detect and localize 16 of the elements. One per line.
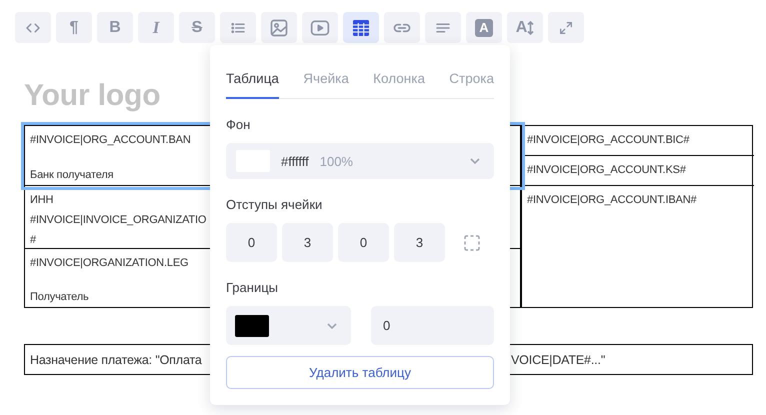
cell-text: ИНН: [30, 193, 54, 208]
cell-caption: Банк получателя: [30, 168, 114, 183]
cell-padding-label: Отступы ячейки: [226, 197, 324, 214]
cell-text: #INVOICE|ORG_ACCOUNT.IBAN#: [527, 193, 696, 208]
cell-caption: Получатель: [30, 290, 89, 305]
cell-text: #: [30, 233, 36, 248]
logo-text: Your logo: [24, 79, 160, 113]
cell-text: #INVOICE|ORGANIZATION.LEG: [30, 256, 188, 271]
cell-text: #INVOICE|ORG_ACCOUNT.BAN: [30, 133, 191, 148]
background-label: Фон: [226, 117, 252, 133]
cell-text: #INVOICE|ORG_ACCOUNT.KS#: [527, 163, 686, 178]
payment-purpose-text: VOICE|DATE#...": [511, 352, 606, 366]
cell-text: #INVOICE|INVOICE_ORGANIZATIO: [30, 213, 206, 228]
borders-label: Границы: [226, 280, 279, 296]
cell-text: #INVOICE|ORG_ACCOUNT.BIC#: [527, 133, 690, 148]
payment-purpose-text: Назначение платежа: "Оплата: [30, 352, 203, 366]
